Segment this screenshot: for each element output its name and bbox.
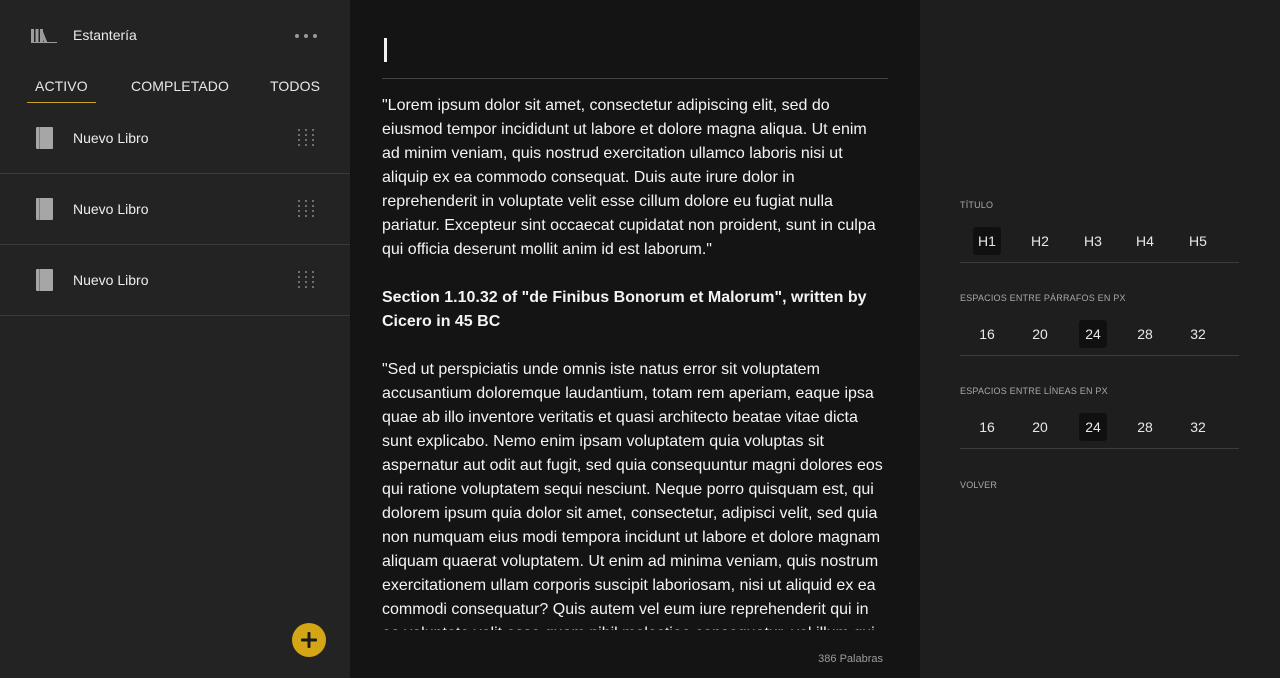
- option-h5[interactable]: H5: [1184, 227, 1212, 255]
- settings-panel: TÍTULO H1 H2 H3 H4 H5 ESPACIOS ENTRE PÁR…: [920, 0, 1280, 678]
- option-24[interactable]: 24: [1079, 320, 1107, 348]
- book-title: Nuevo Libro: [73, 272, 149, 288]
- list-item[interactable]: Nuevo Libro: [0, 245, 350, 316]
- add-book-button[interactable]: [292, 623, 326, 657]
- option-28[interactable]: 28: [1131, 413, 1159, 441]
- word-count: 386 Palabras: [818, 653, 883, 665]
- option-h4[interactable]: H4: [1131, 227, 1159, 255]
- sidebar: Estantería ACTIVO COMPLETADO TODOS Nuevo…: [0, 0, 350, 678]
- paragraph-spacing-label: ESPACIOS ENTRE PÁRRAFOS EN PX: [960, 293, 1126, 303]
- editor: "Lorem ipsum dolor sit amet, consectetur…: [350, 0, 920, 678]
- option-24[interactable]: 24: [1079, 413, 1107, 441]
- book-title: Nuevo Libro: [73, 201, 149, 217]
- option-16[interactable]: 16: [973, 413, 1001, 441]
- title-size-group: TÍTULO H1 H2 H3 H4 H5: [960, 200, 1239, 263]
- drag-handle-icon[interactable]: [298, 200, 314, 217]
- book-icon: [36, 198, 53, 220]
- option-28[interactable]: 28: [1131, 320, 1159, 348]
- option-32[interactable]: 32: [1184, 320, 1212, 348]
- app-root: Estantería ACTIVO COMPLETADO TODOS Nuevo…: [0, 0, 1280, 678]
- title-size-options: H1 H2 H3 H4 H5: [960, 223, 1239, 263]
- title-input[interactable]: [382, 28, 888, 79]
- editor-content[interactable]: "Lorem ipsum dolor sit amet, consectetur…: [382, 94, 888, 630]
- tab-bar: ACTIVO COMPLETADO TODOS: [0, 70, 350, 103]
- plus-icon: [301, 632, 317, 648]
- title-size-label: TÍTULO: [960, 200, 994, 210]
- book-title: Nuevo Libro: [73, 130, 149, 146]
- option-h3[interactable]: H3: [1079, 227, 1107, 255]
- tab-todos[interactable]: TODOS: [270, 78, 320, 94]
- option-32[interactable]: 32: [1184, 413, 1212, 441]
- paragraph-spacing-options: 16 20 24 28 32: [960, 316, 1239, 356]
- drag-handle-icon[interactable]: [298, 271, 314, 288]
- option-h2[interactable]: H2: [1026, 227, 1054, 255]
- paragraph: "Lorem ipsum dolor sit amet, consectetur…: [382, 97, 876, 258]
- section-heading: Section 1.10.32 of "de Finibus Bonorum e…: [382, 289, 867, 330]
- more-horizontal-icon: [295, 34, 299, 38]
- text-cursor: [384, 38, 387, 62]
- app-title: Estantería: [73, 27, 137, 43]
- list-item[interactable]: Nuevo Libro: [0, 103, 350, 174]
- line-spacing-group: ESPACIOS ENTRE LÍNEAS EN PX 16 20 24 28 …: [960, 386, 1239, 449]
- paragraph: "Sed ut perspiciatis unde omnis iste nat…: [382, 361, 883, 630]
- list-item[interactable]: Nuevo Libro: [0, 174, 350, 245]
- book-icon: [36, 269, 53, 291]
- option-20[interactable]: 20: [1026, 320, 1054, 348]
- option-20[interactable]: 20: [1026, 413, 1054, 441]
- sidebar-header: Estantería: [0, 0, 350, 70]
- tab-activo[interactable]: ACTIVO: [27, 78, 96, 103]
- book-icon: [36, 127, 53, 149]
- paragraph-spacing-group: ESPACIOS ENTRE PÁRRAFOS EN PX 16 20 24 2…: [960, 293, 1239, 356]
- line-spacing-label: ESPACIOS ENTRE LÍNEAS EN PX: [960, 386, 1108, 396]
- book-list: Nuevo Libro Nuevo Libro Nuevo Libro: [0, 103, 350, 316]
- back-link[interactable]: VOLVER: [960, 480, 997, 490]
- option-h1[interactable]: H1: [973, 227, 1001, 255]
- line-spacing-options: 16 20 24 28 32: [960, 409, 1239, 449]
- more-options-button[interactable]: [295, 33, 317, 39]
- bookshelf-icon: [31, 29, 57, 43]
- drag-handle-icon[interactable]: [298, 129, 314, 146]
- option-16[interactable]: 16: [973, 320, 1001, 348]
- tab-completado[interactable]: COMPLETADO: [131, 78, 229, 94]
